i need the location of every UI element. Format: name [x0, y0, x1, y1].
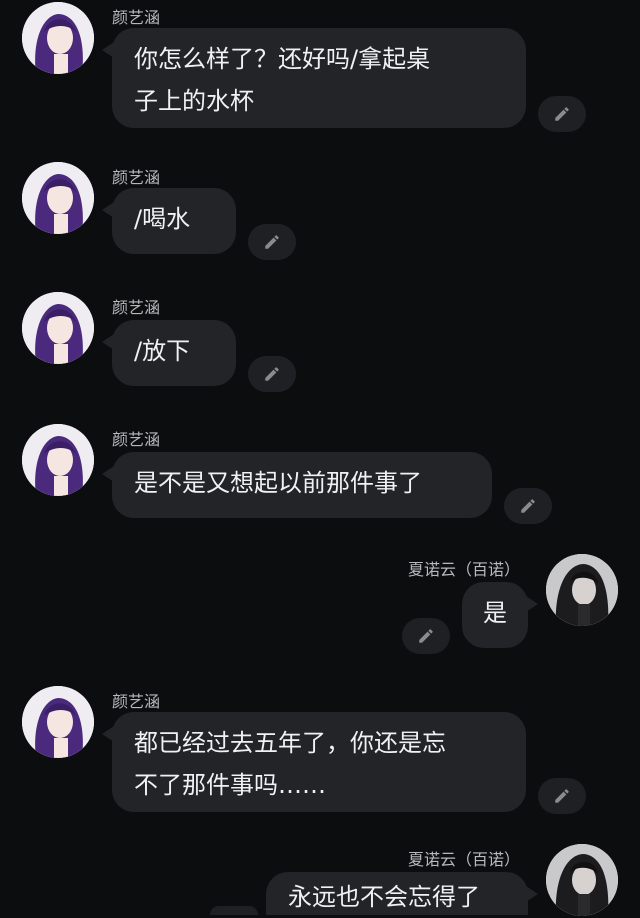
avatar[interactable] — [546, 554, 618, 626]
sender-name: 颜艺涵 — [112, 298, 161, 317]
pencil-icon — [555, 107, 569, 121]
message-bubble[interactable]: /喝水 — [102, 188, 236, 254]
message-bubble[interactable]: /放下 — [102, 320, 236, 386]
sender-name: 颜艺涵 — [112, 8, 161, 27]
message-bubble[interactable]: 是 — [462, 582, 538, 648]
pencil-icon — [419, 629, 433, 643]
edit-button[interactable] — [504, 488, 552, 524]
sender-name: 颜艺涵 — [112, 430, 161, 449]
sender-name: 颜艺涵 — [112, 168, 161, 187]
message-line: 永远也不会忘得了 — [288, 883, 480, 911]
message-line: /放下 — [134, 337, 191, 365]
pencil-icon — [521, 499, 535, 513]
message-line: 子上的水杯 — [134, 87, 254, 115]
edit-button[interactable] — [538, 96, 586, 132]
pencil-icon — [265, 235, 279, 249]
message-line: /喝水 — [134, 205, 191, 233]
edit-button[interactable] — [538, 778, 586, 814]
message-line: 都已经过去五年了，你还是忘 — [134, 729, 446, 757]
avatar[interactable] — [22, 424, 94, 496]
message-line: 你怎么样了？还好吗/拿起桌 — [134, 45, 431, 73]
avatar[interactable] — [546, 844, 618, 916]
sender-name: 夏诺云（百诺） — [407, 560, 520, 579]
avatar[interactable] — [22, 162, 94, 234]
avatar[interactable] — [22, 686, 94, 758]
message-line: 是不是又想起以前那件事了 — [134, 469, 422, 497]
message-bubble[interactable]: 你怎么样了？还好吗/拿起桌 子上的水杯 — [102, 28, 526, 128]
pencil-icon — [265, 367, 279, 381]
message-line: 不了那件事吗…… — [134, 771, 326, 799]
sender-name: 颜艺涵 — [112, 692, 161, 711]
edit-button[interactable] — [402, 618, 450, 654]
edit-button[interactable] — [248, 356, 296, 392]
avatar[interactable] — [22, 2, 94, 74]
pencil-icon — [555, 789, 569, 803]
message-bubble[interactable]: 永远也不会忘得了 — [266, 872, 538, 915]
message-bubble[interactable]: 都已经过去五年了，你还是忘 不了那件事吗…… — [102, 712, 526, 812]
message-bubble[interactable]: 是不是又想起以前那件事了 — [102, 452, 492, 518]
edit-button[interactable] — [210, 906, 258, 915]
sender-name: 夏诺云（百诺） — [407, 850, 520, 869]
message-line: 是 — [483, 599, 507, 627]
avatar[interactable] — [22, 292, 94, 364]
edit-button[interactable] — [248, 224, 296, 260]
